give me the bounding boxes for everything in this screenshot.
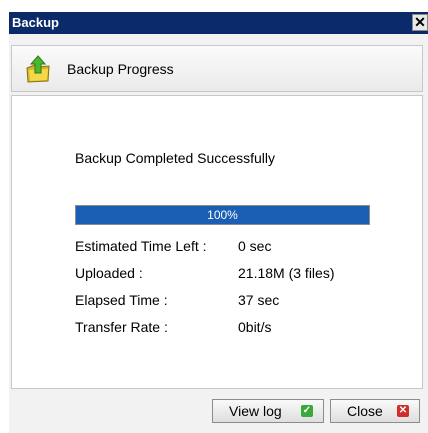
view-log-button[interactable]: View log ✓ [212,399,324,423]
header-title: Backup Progress [67,61,174,77]
uploaded-value: 21.18M (3 files) [238,265,335,281]
window-title: Backup [12,15,59,30]
transfer-rate-label: Transfer Rate : [75,319,168,335]
title-bar[interactable]: Backup ✕ [9,12,428,34]
elapsed-time-value: 37 sec [238,292,280,308]
transfer-rate-value: 0bit/s [238,319,272,335]
uploaded-label: Uploaded : [75,265,143,281]
folder-upload-icon [26,55,50,83]
progress-bar: 100% [75,205,370,225]
window-close-icon[interactable]: ✕ [412,14,428,31]
close-icon: ✕ [397,405,409,417]
progress-panel [11,95,423,389]
view-log-label: View log [229,403,282,419]
header-panel: Backup Progress [11,45,423,92]
estimated-time-value: 0 sec [238,238,272,254]
close-label: Close [347,403,383,419]
progress-label: 100% [207,208,238,222]
check-icon: ✓ [301,405,313,417]
elapsed-time-label: Elapsed Time : [75,292,168,308]
status-message: Backup Completed Successfully [75,150,275,166]
estimated-time-label: Estimated Time Left : [75,238,207,254]
close-button[interactable]: Close ✕ [330,399,420,423]
backup-window: Backup ✕ Backup Progress Backup Complete… [0,0,428,433]
